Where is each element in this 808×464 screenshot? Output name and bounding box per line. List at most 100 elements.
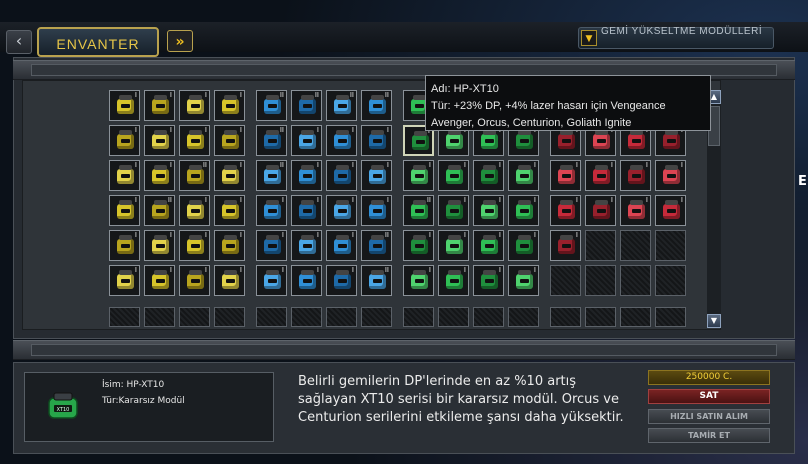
inventory-slot-green[interactable]: I [473, 195, 504, 226]
inventory-slot-red[interactable]: I [550, 230, 581, 261]
inventory-slot-empty[interactable] [620, 230, 651, 261]
inventory-slot-yellow[interactable]: I [144, 230, 175, 261]
inventory-slot-blue[interactable]: I [326, 160, 357, 191]
inventory-slot-blue[interactable]: I [326, 125, 357, 156]
inventory-slot-blue[interactable]: I [361, 195, 392, 226]
inventory-slot-blue[interactable]: I [291, 160, 322, 191]
inventory-slot-empty[interactable] [214, 307, 245, 327]
inventory-slot-yellow[interactable]: I [109, 230, 140, 261]
inventory-slot-empty[interactable] [655, 307, 686, 327]
inventory-slot-green[interactable]: II [403, 195, 434, 226]
inventory-slot-empty[interactable] [655, 230, 686, 261]
repair-button[interactable]: TAMİR ET [648, 428, 770, 443]
inventory-slot-yellow[interactable]: I [179, 195, 210, 226]
category-dropdown[interactable]: ▼ GEMİ YÜKSELTME MODÜLLERİ [578, 26, 774, 49]
inventory-slot-green[interactable]: I [438, 230, 469, 261]
inventory-slot-yellow[interactable]: I [144, 160, 175, 191]
inventory-slot-blue[interactable]: II [326, 90, 357, 121]
inventory-slot-red[interactable]: I [550, 160, 581, 191]
inventory-slot-empty[interactable] [620, 265, 651, 296]
inventory-slot-yellow[interactable]: I [144, 125, 175, 156]
inventory-slot-red[interactable]: I [655, 160, 686, 191]
inventory-slot-blue[interactable]: II [256, 125, 287, 156]
inventory-slot-red[interactable]: I [620, 160, 651, 191]
inventory-slot-red[interactable]: I [550, 195, 581, 226]
inventory-slot-empty[interactable] [109, 307, 140, 327]
inventory-slot-empty[interactable] [655, 265, 686, 296]
inventory-slot-blue[interactable]: II [361, 230, 392, 261]
inventory-slot-empty[interactable] [403, 307, 434, 327]
inventory-slot-empty[interactable] [179, 307, 210, 327]
inventory-slot-yellow[interactable]: I [144, 265, 175, 296]
inventory-slot-yellow[interactable]: II [144, 195, 175, 226]
inventory-slot-yellow[interactable]: I [214, 230, 245, 261]
inventory-slot-empty[interactable] [144, 307, 175, 327]
inventory-tab[interactable]: ENVANTER [37, 27, 159, 57]
inventory-slot-red[interactable]: I [620, 195, 651, 226]
inventory-slot-blue[interactable]: I [256, 230, 287, 261]
inventory-slot-red[interactable]: I [655, 195, 686, 226]
inventory-slot-blue[interactable]: II [361, 90, 392, 121]
inventory-slot-empty[interactable] [585, 230, 616, 261]
inventory-slot-red[interactable]: I [585, 160, 616, 191]
inventory-slot-green[interactable]: I [438, 265, 469, 296]
inventory-slot-green[interactable]: I [403, 230, 434, 261]
inventory-slot-empty[interactable] [585, 265, 616, 296]
inventory-slot-green[interactable]: I [473, 265, 504, 296]
inventory-slot-blue[interactable]: I [291, 125, 322, 156]
inventory-slot-blue[interactable]: II [291, 90, 322, 121]
inventory-slot-green[interactable]: I [473, 160, 504, 191]
inventory-slot-empty[interactable] [550, 307, 581, 327]
inventory-slot-blue[interactable]: II [361, 265, 392, 296]
inventory-slot-yellow[interactable]: I [109, 265, 140, 296]
quick-buy-button[interactable]: HIZLI SATIN ALIM [648, 409, 770, 424]
inventory-slot-empty[interactable] [550, 265, 581, 296]
inventory-slot-empty[interactable] [256, 307, 287, 327]
inventory-slot-blue[interactable]: I [361, 125, 392, 156]
inventory-slot-yellow[interactable]: I [109, 195, 140, 226]
inventory-slot-empty[interactable] [438, 307, 469, 327]
inventory-slot-empty[interactable] [620, 307, 651, 327]
inventory-slot-yellow[interactable]: I [144, 90, 175, 121]
inventory-slot-blue[interactable]: I [291, 195, 322, 226]
inventory-slot-empty[interactable] [473, 307, 504, 327]
inventory-slot-blue[interactable]: I [256, 265, 287, 296]
scroll-down-button[interactable]: ▼ [707, 314, 721, 328]
inventory-slot-yellow[interactable]: I [214, 90, 245, 121]
inventory-slot-yellow[interactable]: I [179, 125, 210, 156]
inventory-slot-blue[interactable]: II [256, 160, 287, 191]
sell-button[interactable]: SAT [648, 389, 770, 404]
inventory-slot-blue[interactable]: I [256, 195, 287, 226]
inventory-slot-red[interactable]: I [585, 195, 616, 226]
inventory-slot-yellow[interactable]: I [214, 195, 245, 226]
inventory-slot-green[interactable]: I [403, 265, 434, 296]
inventory-slot-empty[interactable] [291, 307, 322, 327]
inventory-slot-yellow[interactable]: I [179, 90, 210, 121]
inventory-slot-yellow[interactable]: I [214, 265, 245, 296]
inventory-slot-blue[interactable]: I [326, 195, 357, 226]
inventory-slot-yellow[interactable]: II [179, 160, 210, 191]
inventory-slot-yellow[interactable]: I [109, 90, 140, 121]
back-button[interactable]: ‹ [6, 30, 32, 54]
inventory-slot-yellow[interactable]: I [214, 125, 245, 156]
inventory-slot-yellow[interactable]: I [179, 230, 210, 261]
inventory-slot-blue[interactable]: I [361, 160, 392, 191]
inventory-slot-blue[interactable]: I [291, 230, 322, 261]
inventory-slot-yellow[interactable]: I [179, 265, 210, 296]
inventory-slot-green[interactable]: I [403, 160, 434, 191]
inventory-slot-yellow[interactable]: I [214, 160, 245, 191]
inventory-slot-blue[interactable]: II [256, 90, 287, 121]
inventory-slot-blue[interactable]: I [326, 265, 357, 296]
inventory-slot-green[interactable]: I [508, 230, 539, 261]
inventory-slot-blue[interactable]: I [326, 230, 357, 261]
inventory-slot-green[interactable]: I [438, 195, 469, 226]
inventory-slot-green[interactable]: I [508, 160, 539, 191]
inventory-slot-blue[interactable]: I [291, 265, 322, 296]
inventory-slot-green[interactable]: I [438, 160, 469, 191]
inventory-slot-green[interactable]: I [508, 195, 539, 226]
inventory-slot-yellow[interactable]: I [109, 125, 140, 156]
inventory-slot-empty[interactable] [326, 307, 357, 327]
forward-button[interactable]: » [167, 30, 193, 52]
inventory-slot-empty[interactable] [508, 307, 539, 327]
inventory-slot-green[interactable]: I [473, 230, 504, 261]
